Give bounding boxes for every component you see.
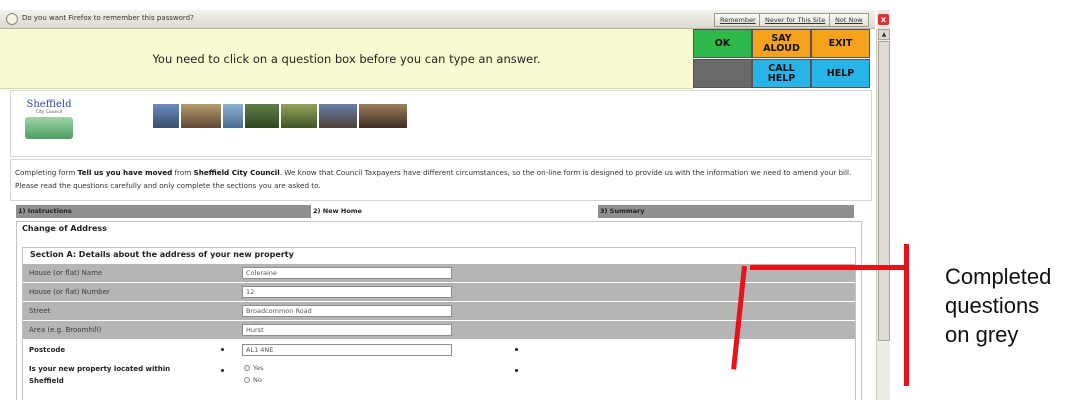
annotation-text: Completed questions on grey xyxy=(945,262,1051,349)
blank-button xyxy=(693,59,752,88)
council-logo: Sheffield City Council xyxy=(17,99,81,145)
located-in-sheffield-label: Is your new property located within Sheff… xyxy=(29,365,171,385)
page-header: Sheffield City Council xyxy=(10,90,872,157)
key-icon xyxy=(6,13,18,25)
postcode-label: Postcode xyxy=(29,346,66,354)
annotation-bracket-top xyxy=(750,265,906,270)
required-bullet-icon xyxy=(515,369,518,372)
house-name-row: House (or flat) Name xyxy=(23,264,855,282)
radio-circle-icon xyxy=(244,365,250,371)
say-aloud-button[interactable]: SAY ALOUD xyxy=(752,29,811,58)
street-label: Street xyxy=(29,307,51,315)
call-help-button[interactable]: CALL HELP xyxy=(752,59,811,88)
located-in-sheffield-row: Is your new property located within Sheff… xyxy=(23,362,855,396)
remember-button[interactable]: Remember xyxy=(714,13,762,27)
intro-text: Completing form Tell us you have moved f… xyxy=(15,168,852,190)
not-now-button[interactable]: Not Now xyxy=(829,13,869,27)
vertical-scrollbar[interactable]: ▲ xyxy=(876,29,890,400)
street-row: Street xyxy=(23,302,855,320)
annotation-line-3: on grey xyxy=(945,322,1019,347)
step-summary[interactable]: 3) Summary xyxy=(598,205,854,218)
house-number-label: House (or flat) Number xyxy=(29,288,110,296)
step-new-home[interactable]: 2) New Home xyxy=(311,205,596,218)
area-label: Area (e.g. Broomhill) xyxy=(29,326,102,334)
annotation-line-1: Completed xyxy=(945,264,1052,289)
radio-no[interactable]: No xyxy=(244,376,262,384)
help-button[interactable]: HELP xyxy=(811,59,870,88)
scroll-up-arrow-icon[interactable]: ▲ xyxy=(878,29,890,40)
house-number-row: House (or flat) Number xyxy=(23,283,855,301)
section-a-legend: Section A: Details about the address of … xyxy=(28,250,296,259)
house-name-label: House (or flat) Name xyxy=(29,269,103,277)
toolbar-notice: You need to click on a question box befo… xyxy=(152,52,541,66)
logo-subtitle: City Council xyxy=(35,110,63,115)
never-for-this-site-button[interactable]: Never for This Site xyxy=(759,13,832,27)
change-of-address-legend: Change of Address xyxy=(20,224,109,233)
ok-button[interactable]: OK xyxy=(693,29,752,58)
required-bullet-icon xyxy=(515,348,518,351)
browser-window: Do you want Firefox to remember this pas… xyxy=(0,0,890,400)
close-icon: x xyxy=(878,14,889,25)
close-bar-button[interactable]: x xyxy=(877,10,890,29)
intro-box: Completing form Tell us you have moved f… xyxy=(10,159,872,201)
house-name-field[interactable] xyxy=(242,267,452,279)
password-notification-bar: Do you want Firefox to remember this pas… xyxy=(0,10,875,29)
radio-circle-icon xyxy=(244,377,250,383)
step-instructions[interactable]: 1) Instructions xyxy=(16,205,311,218)
radio-yes[interactable]: Yes xyxy=(244,364,264,372)
required-bullet-icon xyxy=(221,369,224,372)
street-field[interactable] xyxy=(242,305,452,317)
scroll-thumb[interactable] xyxy=(878,41,890,341)
annotation-bracket-side xyxy=(904,244,909,386)
required-bullet-icon xyxy=(221,348,224,351)
area-field[interactable] xyxy=(242,324,452,336)
exit-button[interactable]: EXIT xyxy=(811,29,870,58)
header-photo-strip xyxy=(153,104,407,128)
logo-image xyxy=(25,117,73,139)
logo-name: Sheffield xyxy=(26,99,72,110)
form-page: Sheffield City Council Completing form T… xyxy=(10,90,872,400)
assist-toolbar: You need to click on a question box befo… xyxy=(0,29,693,89)
postcode-row: Postcode xyxy=(23,341,855,359)
annotation-line-2: questions xyxy=(945,293,1040,318)
house-number-field[interactable] xyxy=(242,286,452,298)
progress-steps: 1) Instructions 2) New Home 3) Summary xyxy=(16,205,854,218)
area-row: Area (e.g. Broomhill) xyxy=(23,321,855,339)
password-message: Do you want Firefox to remember this pas… xyxy=(22,14,194,22)
postcode-field[interactable] xyxy=(242,344,452,356)
